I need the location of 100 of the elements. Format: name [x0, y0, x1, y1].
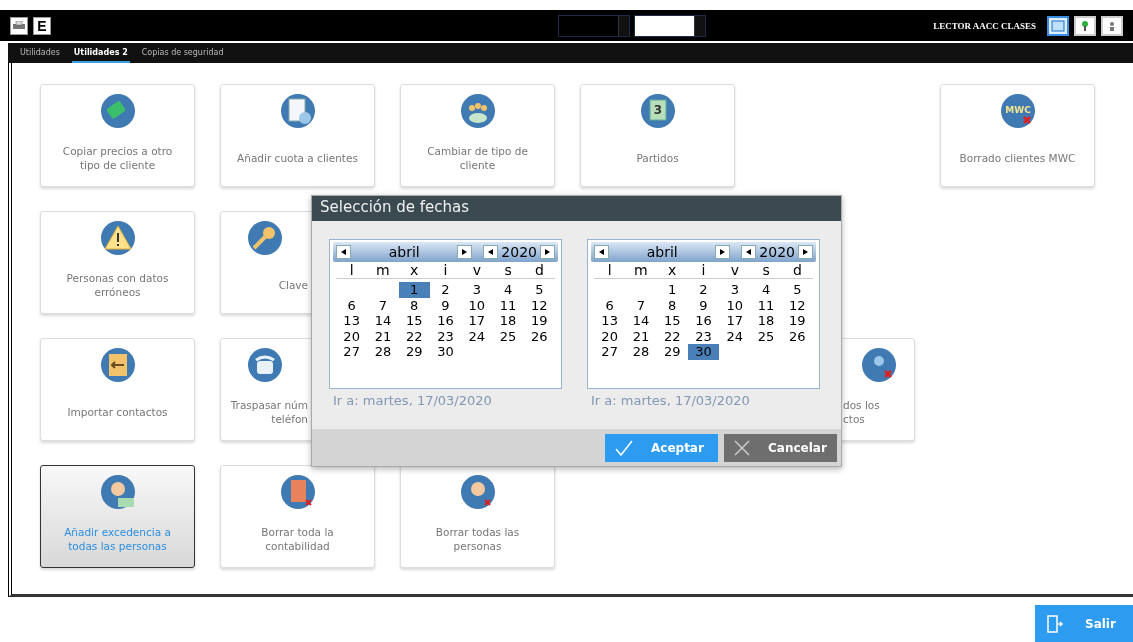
calendar-day[interactable]: 15	[656, 313, 688, 329]
calendar-day[interactable]: 25	[492, 328, 524, 344]
calendar-day[interactable]: 2	[429, 282, 462, 298]
year-label: 2020	[501, 244, 537, 260]
calendar-day[interactable]: 11	[750, 297, 782, 313]
tool-tile[interactable]: Añadir cuota a clientes	[220, 84, 375, 187]
tab[interactable]: Utilidades	[18, 43, 62, 63]
calendar-day[interactable]: 21	[625, 328, 657, 344]
calendar-day[interactable]: 14	[367, 313, 399, 329]
calendar-day[interactable]: 18	[750, 313, 782, 329]
icon-text: MWC	[1004, 105, 1031, 115]
tile-label: Clave	[278, 277, 308, 293]
weekday-label: d	[791, 262, 803, 278]
tile-label: Añadir excedencia a todas las personas	[63, 524, 172, 554]
calendar-day[interactable]: 6	[336, 297, 368, 313]
calendar-day[interactable]: 30	[687, 344, 720, 360]
calendar-day[interactable]: 19	[523, 313, 555, 329]
calendar-day[interactable]: 10	[719, 297, 751, 313]
calendar-day[interactable]: 29	[398, 344, 430, 360]
weekday-label: i	[700, 262, 707, 278]
weekday-label: x	[409, 262, 420, 278]
tool-tile[interactable]: Personas con datos erróneos	[40, 211, 195, 314]
tile-label: dos los ctos	[843, 397, 880, 427]
tool-tile[interactable]: MWC Borrado clientes MWC	[940, 84, 1095, 187]
tool-tile[interactable]: Cambiar de tipo de cliente	[400, 84, 555, 187]
calendar-day[interactable]: 19	[781, 313, 813, 329]
weekday-label: x	[667, 262, 678, 278]
user-name: LECTOR AACC CLASES	[933, 20, 1036, 31]
calendar-day[interactable]: 25	[750, 328, 782, 344]
calendar-day[interactable]: 23	[429, 328, 462, 344]
calendar-day[interactable]: 30	[429, 344, 462, 360]
calendar-day[interactable]: 1	[656, 282, 688, 298]
calendar-day[interactable]: 6	[594, 297, 626, 313]
calendar-day[interactable]: 11	[492, 297, 524, 313]
weekday-label: v	[729, 262, 740, 278]
calendar-day[interactable]: 26	[523, 328, 555, 344]
tile-label: Traspasar núm teléfon	[230, 397, 308, 427]
calendar-day[interactable]: 9	[429, 297, 462, 313]
e-button[interactable]: E	[33, 16, 51, 35]
calendar-day[interactable]: 24	[461, 328, 493, 344]
calendar-day[interactable]: 9	[687, 297, 720, 313]
calendar-day[interactable]: 7	[625, 297, 657, 313]
calendar-day[interactable]: 3	[719, 282, 751, 298]
cancel-button[interactable]: Cancelar	[724, 433, 837, 462]
calendar-day[interactable]: 27	[336, 344, 368, 360]
calendar-day[interactable]: 10	[461, 297, 493, 313]
tile-label: Cambiar de tipo de cliente	[426, 143, 529, 173]
calendar-day[interactable]: 18	[492, 313, 524, 329]
calendar-day[interactable]: 24	[719, 328, 751, 344]
tool-tile[interactable]: Copiar precios a otro tipo de cliente	[40, 84, 195, 187]
weekday-label: v	[471, 262, 482, 278]
calendar-day[interactable]: 3	[461, 282, 493, 298]
calendar-day[interactable]: 17	[719, 313, 751, 329]
tile-label: Borrado clientes MWC	[959, 150, 1076, 166]
year-label: 2020	[759, 244, 795, 260]
tile-label: Partidos	[636, 150, 679, 166]
calendar-day[interactable]: 12	[781, 297, 813, 313]
calendar-day[interactable]: 13	[594, 313, 626, 329]
month-label: abril	[387, 244, 421, 260]
calendar-day[interactable]: 28	[625, 344, 657, 360]
calendar-day[interactable]: 23	[687, 328, 720, 344]
weekday-label: m	[375, 262, 391, 278]
weekday-label: i	[442, 262, 449, 278]
calendar-day[interactable]: 14	[625, 313, 657, 329]
calendar-day[interactable]: 4	[750, 282, 782, 298]
calendar-day[interactable]: 17	[461, 313, 493, 329]
weekday-label: s	[761, 262, 771, 278]
calendar-day[interactable]: 5	[523, 282, 555, 298]
calendar-day[interactable]: 16	[687, 313, 720, 329]
calendar-day[interactable]: 22	[656, 328, 688, 344]
weekday-label: d	[533, 262, 545, 278]
weekday-label: m	[633, 262, 649, 278]
calendar-day[interactable]: 27	[594, 344, 626, 360]
month-label: abril	[645, 244, 679, 260]
calendar-day[interactable]: 8	[398, 297, 430, 313]
calendar-day[interactable]: 15	[398, 313, 430, 329]
tool-tile[interactable]: Importar contactos	[40, 338, 195, 441]
tool-tile[interactable]: 3 Partidos	[580, 84, 735, 187]
calendar-day[interactable]: 26	[781, 328, 813, 344]
calendar-day[interactable]: 13	[336, 313, 368, 329]
calendar-day[interactable]: 20	[594, 328, 626, 344]
calendar-day[interactable]: 29	[656, 344, 688, 360]
calendar-day[interactable]: 5	[781, 282, 813, 298]
weekday-label: l	[606, 262, 613, 278]
dialog-title: Selección de fechas	[312, 196, 841, 221]
icon-text: 3	[653, 103, 662, 117]
tool-tile[interactable]: Borrar todas las personas	[400, 465, 555, 568]
calendar-day[interactable]: 2	[687, 282, 720, 298]
calendar-day[interactable]: 16	[429, 313, 462, 329]
tile-label: Añadir cuota a clientes	[237, 150, 358, 166]
calendar-day[interactable]: 1	[398, 282, 430, 298]
calendar-day[interactable]: 8	[656, 297, 688, 313]
tile-label: Borrar todas las personas	[434, 524, 521, 554]
tile-label: Copiar precios a otro tipo de cliente	[61, 143, 174, 173]
calendar-day[interactable]: 4	[492, 282, 524, 298]
tab[interactable]: Utilidades 2	[71, 43, 130, 63]
tool-tile[interactable]: Borrar toda la contabilidad	[220, 465, 375, 568]
calendar-day[interactable]: 12	[523, 297, 555, 313]
calendar-day[interactable]: 22	[398, 328, 430, 344]
tab[interactable]: Copias de seguridad	[139, 43, 226, 63]
